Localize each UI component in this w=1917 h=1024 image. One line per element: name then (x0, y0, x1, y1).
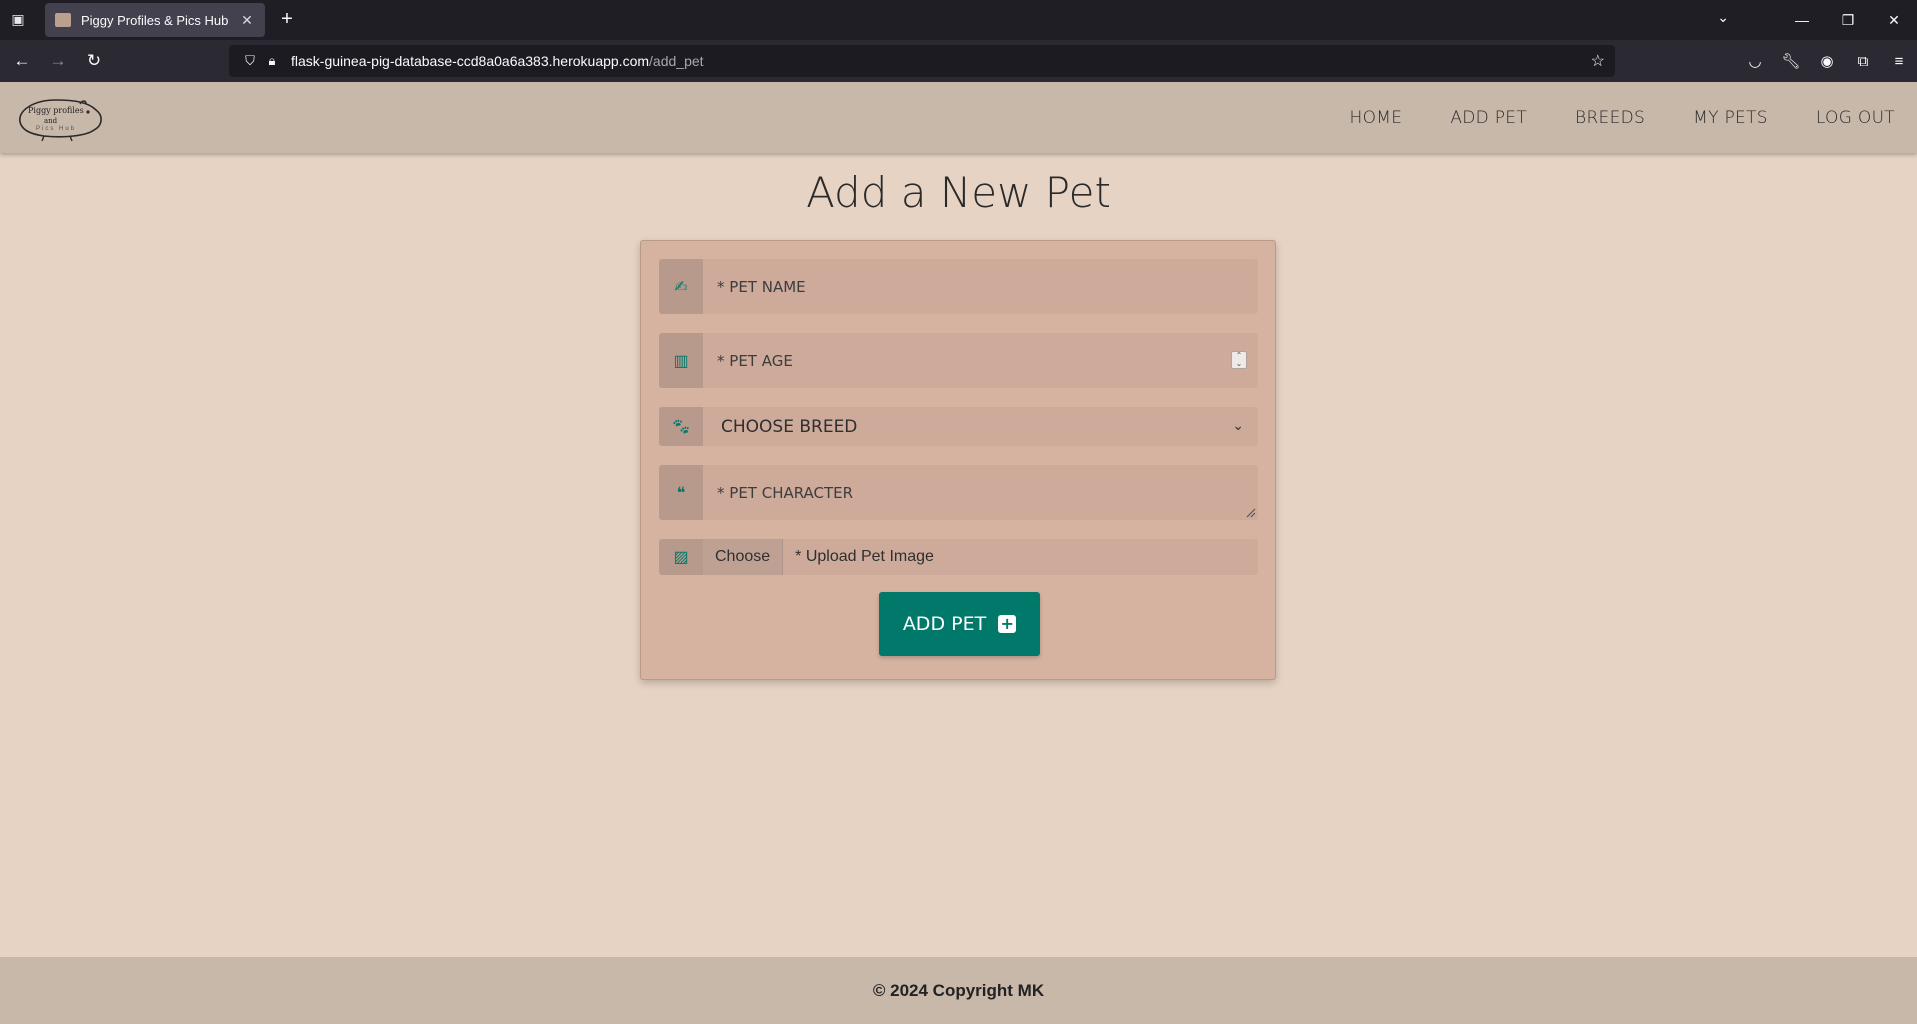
close-window-icon[interactable]: ✕ (1871, 12, 1917, 29)
pet-character-field[interactable]: ❝ * PET CHARACTER (659, 465, 1258, 520)
breed-select[interactable]: 🐾︎ CHOOSE BREED ⌄ (659, 407, 1258, 446)
menu-icon[interactable]: ≡ (1881, 53, 1917, 70)
browser-tab-bar: ▣ Piggy Profiles & Pics Hub ✕ + ⌄ — ❐ ✕ (0, 0, 1917, 40)
logo-text-line2: and (44, 117, 58, 125)
url-text: flask-guinea-pig-database-ccd8a0a6a383.h… (291, 53, 704, 69)
pet-name-placeholder: * PET NAME (717, 277, 806, 296)
breed-selected-value: CHOOSE BREED (721, 416, 858, 437)
tab-close-icon[interactable]: ✕ (239, 12, 255, 29)
signature-icon: ✍︎ (659, 259, 703, 314)
pet-age-field[interactable]: ▥ * PET AGE ⌃ ⌄ (659, 333, 1258, 388)
guinea-pig-logo-icon (19, 99, 102, 142)
shield-icon[interactable]: ⛉ (239, 53, 261, 69)
site-logo[interactable]: Piggy profiles and Pics Hub (14, 92, 106, 144)
toolbar-actions: ◡ 🔧︎ ◉ ⧉ ≡ (1737, 40, 1917, 82)
nav-home[interactable]: HOME (1350, 108, 1403, 128)
url-path: /add_pet (649, 53, 704, 69)
chevron-down-icon[interactable]: ⌄ (1717, 9, 1729, 26)
back-icon[interactable]: ← (4, 51, 40, 71)
nav-log-out[interactable]: LOG OUT (1816, 108, 1895, 128)
tab-title: Piggy Profiles & Pics Hub (81, 12, 229, 28)
main-nav: HOME ADD PET BREEDS MY PETS LOG OUT (1350, 82, 1895, 153)
nav-add-pet[interactable]: ADD PET (1450, 108, 1527, 128)
account-icon[interactable]: ◉ (1809, 52, 1845, 70)
browser-tab[interactable]: Piggy Profiles & Pics Hub ✕ (45, 3, 265, 37)
pet-character-placeholder: * PET CHARACTER (717, 483, 854, 502)
tab-overview-icon[interactable]: ▣ (8, 9, 28, 29)
lock-icon[interactable]: 🔒︎ (261, 53, 283, 69)
copyright-text: © 2024 Copyright MK (872, 980, 1045, 1000)
choose-file-button[interactable]: Choose (703, 539, 784, 575)
birthday-cake-icon: ▥ (659, 333, 703, 388)
paw-icon: 🐾︎ (659, 407, 703, 446)
url-host: flask-guinea-pig-database-ccd8a0a6a383.h… (291, 53, 650, 69)
nav-my-pets[interactable]: MY PETS (1693, 108, 1768, 128)
bookmark-star-icon[interactable]: ☆ (1591, 51, 1605, 71)
age-stepper[interactable]: ⌃ ⌄ (1231, 351, 1247, 369)
upload-label: * Upload Pet Image (795, 548, 934, 565)
resize-handle-icon[interactable] (1244, 506, 1256, 518)
url-bar[interactable]: ⛉ 🔒︎ flask-guinea-pig-database-ccd8a0a6a… (229, 45, 1615, 77)
add-pet-form: ✍︎ * PET NAME ▥ * PET AGE ⌃ ⌄ 🐾︎ CHOOSE B… (640, 240, 1276, 680)
reload-icon[interactable]: ↻ (76, 51, 112, 71)
pocket-icon[interactable]: ◡ (1737, 52, 1773, 70)
browser-toolbar: ← → ↻ ⛉ 🔒︎ flask-guinea-pig-database-ccd… (0, 40, 1917, 82)
upload-image-field[interactable]: ▨ Choose * Upload Pet Image (659, 539, 1258, 575)
window-controls: — ❐ ✕ (1779, 0, 1917, 40)
extensions-icon[interactable]: ⧉ (1845, 53, 1881, 70)
logo-text-line1: Piggy profiles (28, 106, 84, 115)
pet-age-placeholder: * PET AGE (717, 351, 793, 370)
restore-icon[interactable]: ❐ (1825, 12, 1871, 29)
add-pet-button[interactable]: ADD PET + (879, 592, 1040, 656)
favicon-icon (55, 13, 71, 27)
nav-breeds[interactable]: BREEDS (1575, 108, 1645, 128)
new-tab-button[interactable]: + (276, 8, 298, 30)
page-title: Add a New Pet (806, 168, 1111, 217)
chevron-down-icon: ⌄ (1232, 417, 1244, 433)
wrench-icon[interactable]: 🔧︎ (1773, 52, 1809, 70)
logo-text-line3: Pics Hub (36, 126, 77, 132)
site-footer: © 2024 Copyright MK (0, 957, 1917, 1024)
quote-icon: ❝ (659, 465, 703, 520)
image-icon: ▨ (659, 539, 703, 575)
pet-name-field[interactable]: ✍︎ * PET NAME (659, 259, 1258, 314)
minimize-icon[interactable]: — (1779, 12, 1825, 28)
forward-icon[interactable]: → (40, 51, 76, 71)
site-header: Piggy profiles and Pics Hub HOME ADD PET… (0, 82, 1917, 153)
plus-square-icon: + (998, 615, 1017, 633)
add-pet-button-label: ADD PET (902, 613, 987, 635)
